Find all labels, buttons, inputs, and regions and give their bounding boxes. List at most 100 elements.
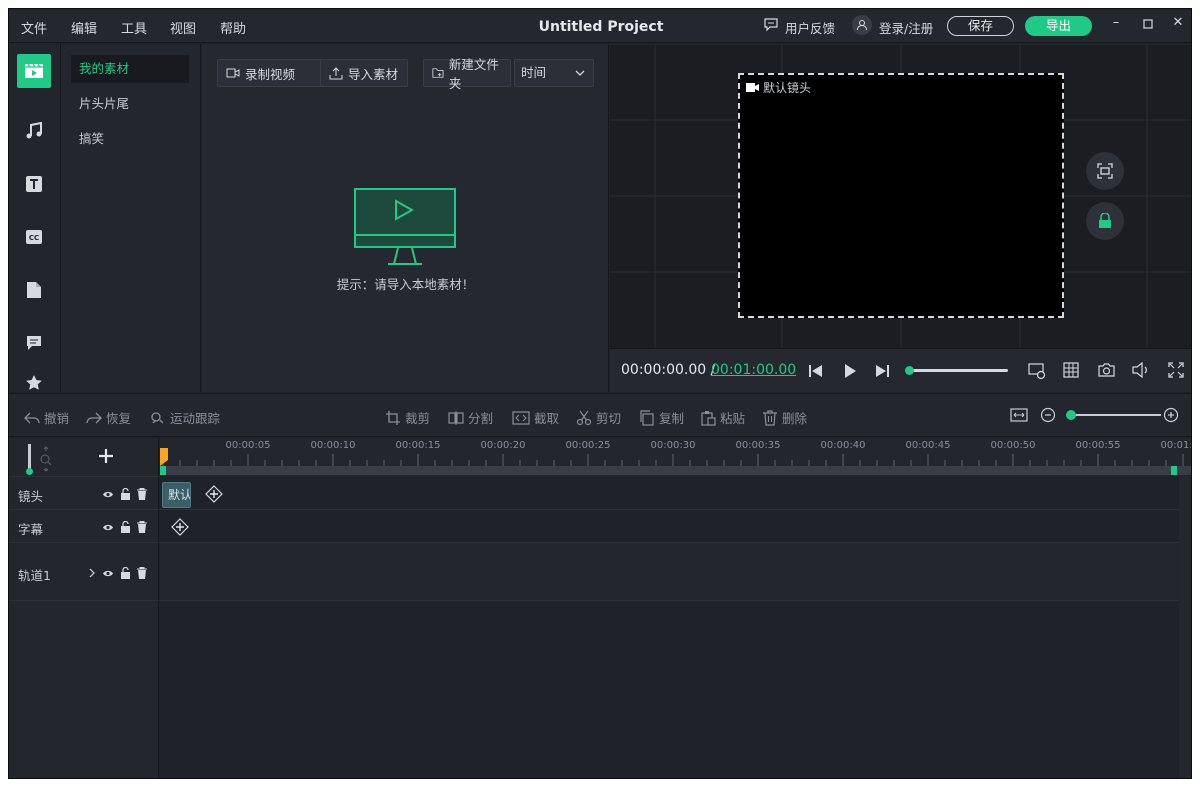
play-icon[interactable] [842,363,858,382]
volume-icon[interactable] [1132,361,1150,381]
ruler-tick-label: 00:00:45 [905,440,951,451]
unlock-icon[interactable] [120,488,131,500]
folder-add-icon [432,68,444,78]
paste-button[interactable]: 粘贴 [700,408,745,427]
film-icon[interactable] [17,54,51,88]
undo-button[interactable]: 撤销 [24,408,69,427]
fit-screen-button[interactable] [1086,152,1124,190]
minimize-icon[interactable]: – [1107,15,1125,35]
sort-select[interactable]: 时间 [514,59,594,87]
default-camera-text: 默认镜头 [763,81,812,95]
subtitle-cc-icon[interactable]: CC [17,220,51,254]
media-panel: 录制视频 导入素材 新建文件夹 时间 提示：请导入本地素材！ [202,44,609,392]
ruler-tick-label: 00:00:05 [225,440,271,451]
fit-timeline-icon[interactable] [1010,407,1028,426]
zoom-in-icon[interactable] [1163,407,1179,426]
feedback-icon[interactable] [763,18,779,35]
zoom-slider-handle[interactable] [1066,410,1076,420]
unlock-icon[interactable] [120,521,131,533]
add-subtitle-keyframe-icon[interactable] [171,518,189,539]
track-height-handle[interactable] [26,468,33,475]
new-folder-label: 新建文件夹 [448,57,499,91]
track1-lane[interactable] [160,543,1179,600]
redo-label: 恢复 [106,411,132,426]
effects-star-icon[interactable] [17,374,51,392]
login-link[interactable]: 登录/注册 [879,18,933,37]
trash-icon[interactable] [137,521,147,533]
playback-progress-handle[interactable] [905,366,914,375]
track-camera-controls [102,488,147,500]
camera-clip[interactable]: 默认镜头 [162,482,191,508]
trash-icon[interactable] [137,488,147,500]
motion-tracking-button[interactable]: 运动跟踪 [150,408,220,427]
music-icon[interactable] [17,114,51,148]
category-my-media[interactable]: 我的素材 [71,55,189,83]
ruler-tick-label: 00:00:40 [820,440,866,451]
timeline-scrollbar[interactable] [1179,476,1191,778]
ruler-tick-label: 00:00:50 [990,440,1036,451]
file-icon[interactable] [17,273,51,307]
maximize-icon[interactable] [1139,15,1157,35]
category-funny[interactable]: 搞笑 [71,125,189,153]
zoom-out-icon[interactable] [1040,407,1056,426]
chevron-right-icon[interactable] [89,568,96,578]
delete-button[interactable]: 删除 [762,408,807,427]
fullscreen-icon[interactable] [1168,362,1184,381]
feedback-link[interactable]: 用户反馈 [785,18,835,37]
split-button[interactable]: 分割 [448,408,493,427]
chevron-down-icon [575,70,585,76]
timeline-area[interactable]: 00:00:05 00:00:10 00:00:15 00:00:20 00:00:25… [160,438,1192,778]
category-intro-outro[interactable]: 片头片尾 [71,90,189,118]
monitor-play-icon [354,188,456,269]
next-frame-icon[interactable] [874,363,890,382]
redo-button[interactable]: 恢复 [86,408,131,427]
ruler-tick-label: 00:00:25 [565,440,611,451]
lock-button[interactable] [1086,202,1124,240]
eye-icon[interactable] [102,569,114,578]
time-ruler[interactable]: 00:00:05 00:00:10 00:00:15 00:00:20 00:00:25… [160,438,1192,476]
snapshot-camera-icon[interactable] [1098,362,1115,381]
record-video-button[interactable]: 录制视频 [217,59,332,87]
new-folder-button[interactable]: 新建文件夹 [423,57,511,91]
eye-icon[interactable] [102,523,114,532]
crop-button[interactable]: 裁剪 [385,408,430,427]
ruler-tick-label: 00:00:35 [735,440,781,451]
export-button[interactable]: 导出 [1025,16,1092,36]
playhead-marker[interactable] [160,448,168,469]
add-camera-keyframe-icon[interactable] [205,485,223,506]
redo-icon [86,412,102,423]
cut-label: 剪切 [596,411,622,426]
cut-button[interactable]: 剪切 [576,408,621,427]
total-time[interactable]: 00:01:00.00 [711,362,796,378]
preview-canvas[interactable]: 默认镜头 [738,73,1064,318]
grid-icon[interactable] [1063,362,1079,381]
user-avatar-icon[interactable] [852,15,872,35]
zoom-slider-track[interactable] [1071,414,1161,416]
import-media-button[interactable]: 导入素材 [320,59,408,87]
text-icon[interactable] [17,167,51,201]
work-area-bar[interactable] [160,466,1191,475]
trash-icon[interactable] [137,567,147,579]
ruler-tick-label: 00:01:00 [1160,440,1192,451]
track-zoom-icon[interactable] [39,446,53,475]
edit-toolbar: 撤销 恢复 运动跟踪 裁剪 分割 截取 剪切 复制 粘贴 删除 [9,393,1191,437]
comment-icon[interactable] [17,326,51,360]
close-icon[interactable]: ✕ [1169,15,1187,35]
screen-record-icon[interactable] [1028,362,1046,383]
eye-icon[interactable] [102,490,114,499]
save-button[interactable]: 保存 [947,16,1014,36]
prev-frame-icon[interactable] [808,363,824,382]
current-time: 00:00:00.00 / [621,362,716,378]
trim-button[interactable]: 截取 [512,408,559,427]
add-track-icon[interactable] [97,447,115,468]
playback-progress-track[interactable] [908,369,1008,372]
work-area-end-handle[interactable] [1171,466,1177,475]
track-name-track1: 轨道1 [18,568,51,583]
delete-label: 删除 [782,411,808,426]
record-video-label: 录制视频 [245,66,296,82]
copy-button[interactable]: 复制 [639,408,684,427]
project-title: Untitled Project [538,19,664,35]
trim-icon [512,410,530,425]
unlock-icon[interactable] [120,567,131,579]
playback-bar: 00:00:00.00 / 00:01:00.00 [610,348,1191,392]
